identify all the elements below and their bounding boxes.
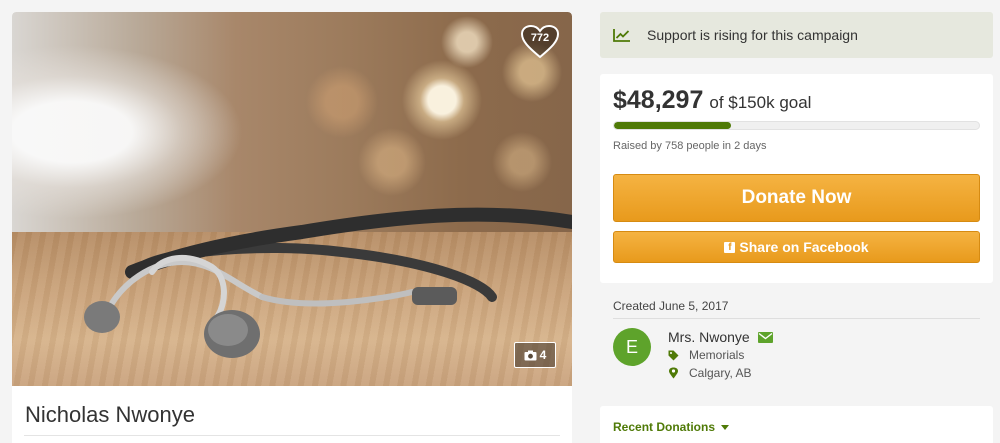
share-facebook-label: Share on Facebook [739,239,869,255]
title-divider [24,435,560,436]
campaign-photo[interactable]: 772 4 [12,12,572,386]
category-row: Memorials [668,348,744,362]
recent-donations-label: Recent Donations [613,420,716,434]
raised-amount: $48,297 [613,86,704,114]
avatar[interactable]: E [613,328,651,366]
raised-by-text: Raised by 758 people in 2 days [613,140,767,152]
like-badge[interactable]: 772 [520,24,560,60]
raised-summary: $48,297 of $150k goal [613,86,811,115]
stethoscope-image [84,207,572,358]
recent-donations-card: Recent Donations [600,406,993,443]
location-label: Calgary, AB [689,366,752,380]
location-row: Calgary, AB [668,366,751,380]
organizer-name[interactable]: Mrs. Nwonye [668,329,750,345]
share-facebook-button[interactable]: f Share on Facebook [613,231,980,263]
caret-down-icon [721,424,730,430]
like-count: 772 [530,32,550,44]
recent-donations-toggle[interactable]: Recent Donations [613,420,730,434]
category-label[interactable]: Memorials [689,348,744,362]
campaign-card: 772 4 Nicholas Nwonye [12,12,572,443]
campaign-title: Nicholas Nwonye [25,402,195,427]
progress-bar [613,121,980,130]
funding-card: $48,297 of $150k goal Raised by 758 peop… [600,74,993,283]
trend-text: Support is rising for this campaign [647,27,858,43]
photo-count-label: 4 [539,348,547,362]
camera-icon [524,350,537,360]
map-marker-icon [669,367,678,379]
photo-count-button[interactable]: 4 [514,342,556,368]
progress-fill [614,122,731,129]
facebook-icon: f [724,241,736,253]
donate-button[interactable]: Donate Now [613,174,980,222]
created-divider [613,318,980,319]
trending-up-icon [613,29,630,42]
tag-icon [668,350,679,360]
trend-banner: Support is rising for this campaign [600,12,993,58]
created-date: Created June 5, 2017 [613,299,729,313]
goal-text: of $150k goal [709,93,812,112]
envelope-icon[interactable] [758,332,773,343]
